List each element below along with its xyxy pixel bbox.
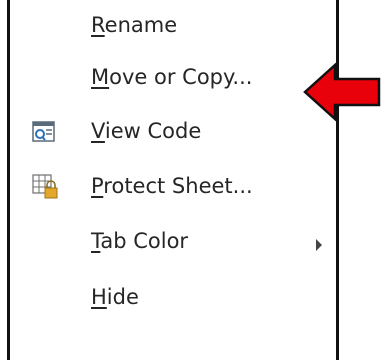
- menu-item-label: Protect Sheet...: [91, 174, 253, 198]
- menu-item-view-code[interactable]: View Code: [10, 106, 336, 164]
- menu-item-label: Hide: [91, 285, 139, 309]
- view-code-icon: [32, 119, 58, 145]
- menu-item-label: Tab Color: [91, 229, 189, 253]
- menu-item-label: Rename: [91, 13, 178, 37]
- menu-item-hide[interactable]: Hide: [10, 272, 336, 330]
- menu-item-move-or-copy[interactable]: Move or Copy...: [10, 52, 336, 110]
- menu-item-label: View Code: [91, 119, 202, 143]
- left-arrow-icon: [303, 62, 381, 122]
- menu-item-tab-color[interactable]: Tab Color: [10, 216, 336, 274]
- menu-item-label: Move or Copy...: [91, 65, 253, 89]
- submenu-arrow-icon: [316, 239, 322, 251]
- screenshot-frame: Rename Move or Copy... View Code Protect…: [0, 0, 381, 360]
- context-menu: Rename Move or Copy... View Code Protect…: [7, 0, 339, 360]
- menu-item-protect-sheet[interactable]: Protect Sheet...: [10, 161, 336, 219]
- menu-item-rename[interactable]: Rename: [10, 0, 336, 58]
- protect-sheet-icon: [32, 174, 58, 200]
